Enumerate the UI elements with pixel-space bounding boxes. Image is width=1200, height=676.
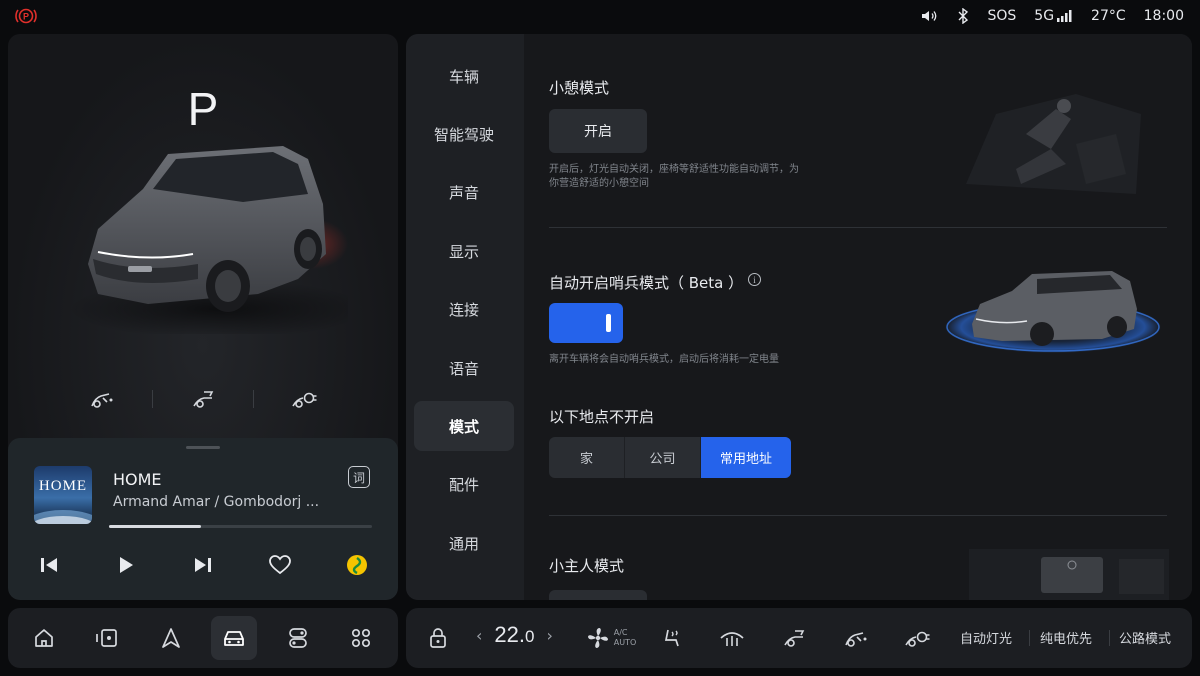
previous-track-icon[interactable]: [34, 550, 64, 580]
fan-icon: [587, 628, 608, 648]
app-dock: [8, 608, 398, 668]
vehicle-panel: P HOME HOME Armand Amar / Gombodorj ... …: [8, 34, 398, 600]
sentry-mode-illustration: [945, 271, 1161, 353]
vehicle-image: [68, 146, 348, 334]
location-option-frequent[interactable]: 常用地址: [700, 437, 791, 478]
nav-item-connection[interactable]: 连接: [414, 284, 514, 334]
ev-priority-button[interactable]: 纯电优先: [1040, 628, 1092, 647]
kid-mode-title: 小主人模式: [549, 557, 625, 575]
status-bar: P SOS 5G 27°C 18:00: [0, 0, 1200, 32]
album-art-text: HOME: [38, 478, 88, 494]
seat-heat-icon[interactable]: [656, 620, 688, 656]
front-defrost-icon[interactable]: [716, 620, 748, 656]
charge-port-quick-icon[interactable]: [901, 620, 933, 656]
divider: [1029, 630, 1030, 646]
nap-mode-illustration: [966, 94, 1141, 194]
auto-label: AUTO: [613, 638, 637, 647]
progress-fill: [109, 525, 202, 528]
music-app-icon[interactable]: [342, 550, 372, 580]
settings-content: 小憩模式 开启 开启后，灯光自动关闭，座椅等舒适性功能自动调节，为 你营造舒适的…: [524, 34, 1192, 600]
bluetooth-icon[interactable]: [957, 8, 969, 24]
switch-icon[interactable]: [275, 616, 321, 660]
media-icon[interactable]: [84, 616, 130, 660]
nav-item-accessories[interactable]: 配件: [414, 459, 514, 509]
sentry-mode-toggle[interactable]: [549, 303, 623, 343]
section-divider: [549, 515, 1167, 516]
temperature-integer: 22.: [494, 622, 525, 647]
progress-bar[interactable]: [109, 525, 372, 528]
quick-controls: [8, 386, 398, 412]
nap-mode-on-button[interactable]: 开启: [549, 109, 647, 153]
next-track-icon[interactable]: [188, 550, 218, 580]
volume-icon[interactable]: [921, 9, 939, 23]
favorite-heart-icon[interactable]: [265, 550, 295, 580]
kid-mode-button[interactable]: [549, 590, 647, 600]
nap-mode-description: 开启后，灯光自动关闭，座椅等舒适性功能自动调节，为 你营造舒适的小憩空间: [549, 163, 799, 191]
ac-auto-button[interactable]: A/C AUTO: [582, 620, 640, 656]
play-icon[interactable]: [111, 550, 141, 580]
gear-indicator: P: [187, 83, 219, 135]
sos-label[interactable]: SOS: [987, 8, 1016, 24]
lock-icon[interactable]: [424, 620, 452, 656]
drag-handle[interactable]: [186, 446, 220, 449]
toggle-knob: [606, 314, 611, 332]
temperature-increase-icon[interactable]: ›: [546, 626, 552, 645]
front-trunk-quick-icon[interactable]: [840, 620, 872, 656]
media-player[interactable]: HOME HOME Armand Amar / Gombodorj ... 词: [8, 438, 398, 600]
nav-item-mode[interactable]: 模式: [414, 401, 514, 451]
temperature-value[interactable]: 22.0: [494, 622, 534, 648]
charge-port-icon[interactable]: [254, 386, 354, 412]
front-trunk-icon[interactable]: [52, 386, 152, 412]
home-icon[interactable]: [21, 616, 67, 660]
svg-text:P: P: [23, 12, 29, 22]
sentry-mode-description: 离开车辆将会自动哨兵模式，启动后将消耗一定电量: [549, 354, 779, 365]
network-label: 5G: [1034, 8, 1055, 24]
nav-item-general[interactable]: 通用: [414, 518, 514, 568]
temperature-control: ‹ 22.0 ›: [476, 622, 553, 648]
nap-mode-description-line2: 你营造舒适的小憩空间: [549, 178, 649, 189]
settings-panel: 车辆 智能驾驶 声音 显示 连接 语音 模式 配件 通用 小憩模式 开启 开启后…: [406, 34, 1192, 600]
outside-temperature: 27°C: [1091, 8, 1126, 24]
nav-item-display[interactable]: 显示: [414, 226, 514, 276]
section-divider: [549, 227, 1167, 228]
nav-item-vehicle[interactable]: 车辆: [414, 51, 514, 101]
track-artist: Armand Amar / Gombodorj ...: [113, 494, 320, 510]
lyrics-button[interactable]: 词: [348, 466, 370, 488]
nav-item-sound[interactable]: 声音: [414, 167, 514, 217]
signal-icon: [1057, 10, 1072, 22]
album-art[interactable]: HOME: [34, 466, 92, 524]
exclude-locations-title: 以下地点不开启: [549, 408, 655, 426]
nav-item-voice[interactable]: 语音: [414, 343, 514, 393]
settings-nav: 车辆 智能驾驶 声音 显示 连接 语音 模式 配件 通用: [406, 34, 524, 600]
navigation-icon[interactable]: [148, 616, 194, 660]
rear-trunk-icon[interactable]: [153, 386, 253, 412]
climate-dock: ‹ 22.0 › A/C AUTO 自动灯光 纯电优先 公路模式: [406, 608, 1192, 668]
auto-lights-button[interactable]: 自动灯光: [960, 628, 1012, 647]
vehicle-icon[interactable]: [211, 616, 257, 660]
location-segmented-control: 家 公司 常用地址: [549, 437, 791, 478]
nap-mode-title: 小憩模式: [549, 79, 610, 97]
location-option-home[interactable]: 家: [549, 437, 624, 478]
info-icon[interactable]: i: [748, 273, 761, 286]
ac-label: A/C: [613, 628, 628, 637]
network-indicator: 5G: [1034, 8, 1073, 24]
location-option-company[interactable]: 公司: [624, 437, 700, 478]
parking-brake-icon: P: [14, 6, 38, 26]
sentry-mode-title: 自动开启哨兵模式（ Beta ）: [549, 274, 744, 292]
temperature-decimal: 0: [525, 627, 535, 646]
temperature-decrease-icon[interactable]: ‹: [476, 626, 482, 645]
nav-item-smart-driving[interactable]: 智能驾驶: [414, 109, 514, 159]
rear-trunk-quick-icon[interactable]: [778, 620, 810, 656]
playback-controls: [8, 550, 398, 580]
kid-mode-illustration: [969, 549, 1169, 600]
divider: [1109, 630, 1110, 646]
track-title: HOME: [113, 470, 162, 489]
nap-mode-description-line1: 开启后，灯光自动关闭，座椅等舒适性功能自动调节，为: [549, 164, 799, 175]
highway-mode-button[interactable]: 公路模式: [1119, 628, 1171, 647]
clock: 18:00: [1143, 8, 1184, 24]
apps-icon[interactable]: [338, 616, 384, 660]
